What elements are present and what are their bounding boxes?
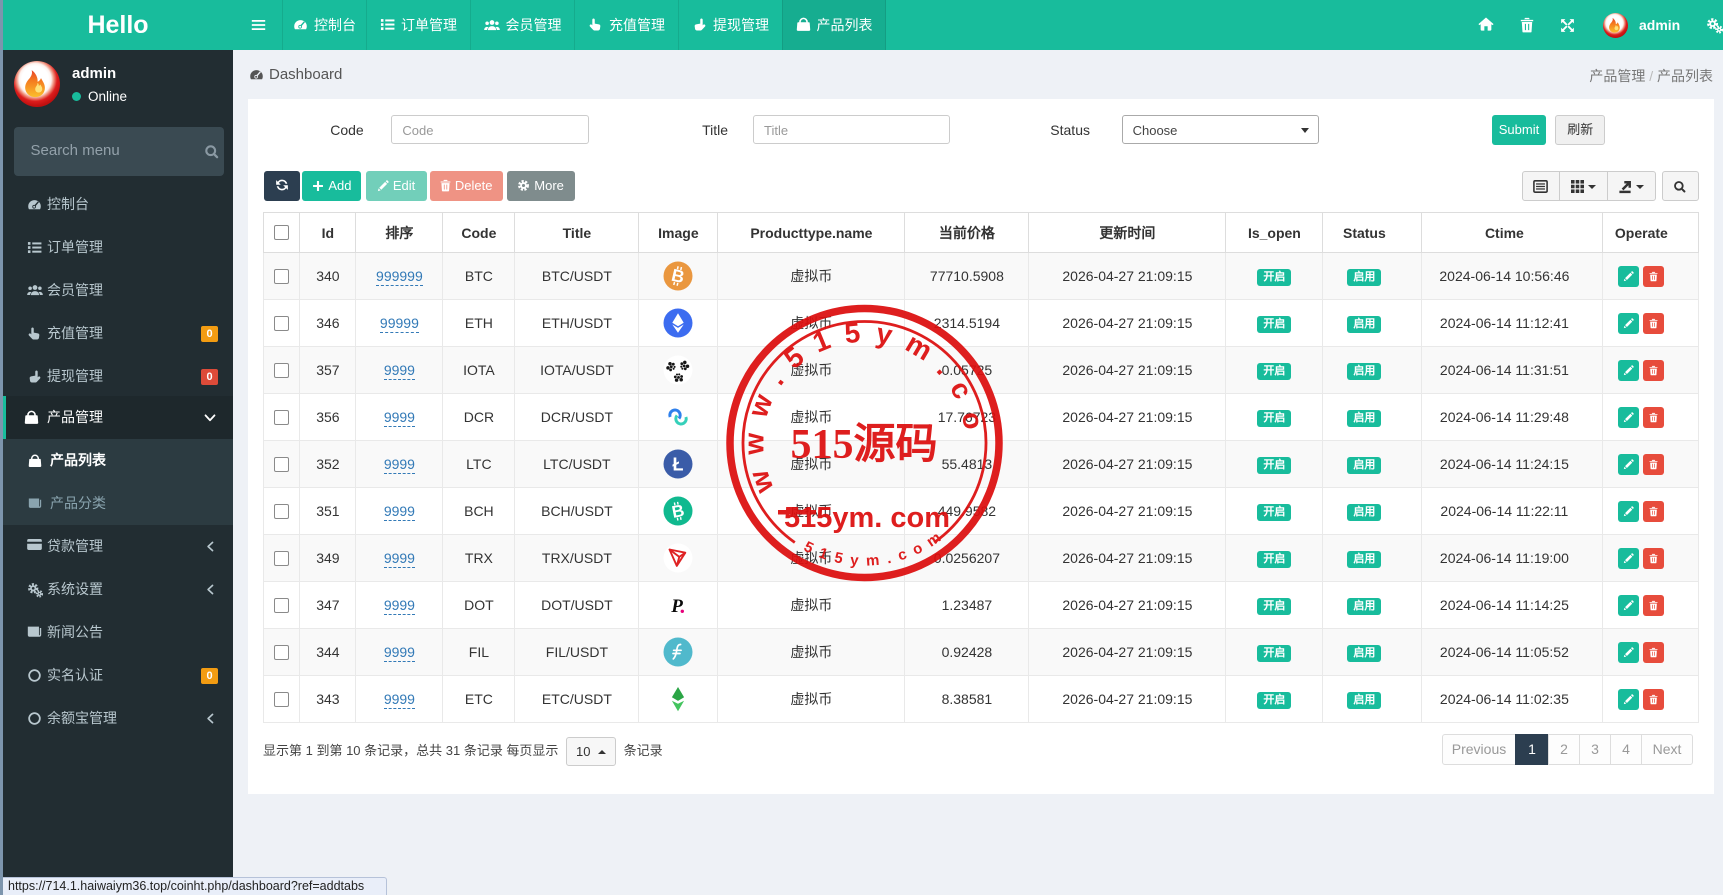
svg-text:515ym. com: 515ym. com xyxy=(784,502,950,534)
svg-text:515源码: 515源码 xyxy=(790,421,937,468)
svg-text:P: P xyxy=(671,596,684,617)
svg-text:Ł: Ł xyxy=(673,455,684,475)
